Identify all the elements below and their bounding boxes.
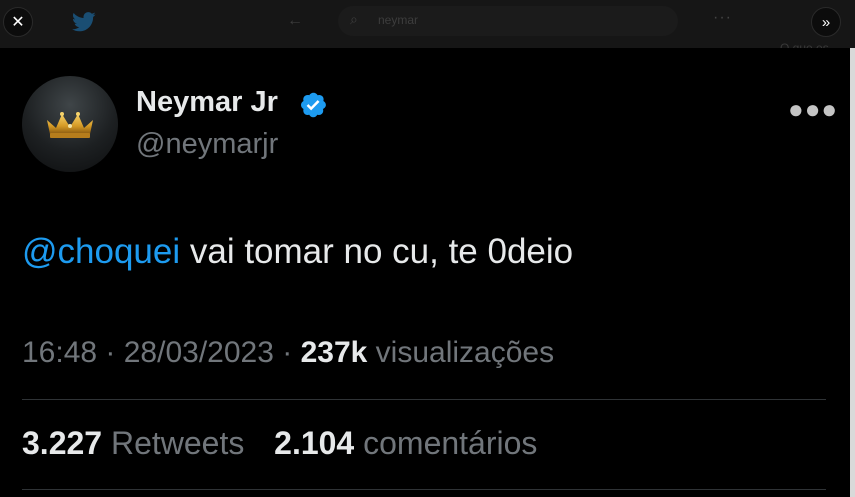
retweets-count[interactable]: 3.227 [22,425,102,461]
tweet-date[interactable]: 28/03/2023 [124,336,274,369]
search-query: neymar [378,13,419,27]
divider [22,489,826,490]
separator-dot: · [105,336,124,369]
display-name[interactable]: Neymar Jr [136,86,278,119]
divider [22,399,826,400]
comments-count[interactable]: 2.104 [274,425,354,461]
close-button[interactable]: ✕ [3,7,33,37]
avatar[interactable] [22,76,118,172]
close-icon: ✕ [11,14,25,31]
comments-label[interactable]: comentários [363,425,537,461]
search-input[interactable]: ⌕ neymar [338,6,678,36]
tweet-stats: 3.227 Retweets 2.104 comentários [22,425,537,462]
retweets-label[interactable]: Retweets [111,425,244,461]
more-icon[interactable]: ··· [713,9,732,27]
tweet-card: Neymar Jr @neymarjr ●●● @choquei vai tom… [0,48,850,497]
handle[interactable]: @neymarjr [136,128,278,161]
separator-dot: · [282,336,301,369]
tweet-time[interactable]: 16:48 [22,336,97,369]
more-options-icon[interactable]: ●●● [788,94,838,125]
expand-button[interactable]: » [811,7,841,37]
mention-link[interactable]: @choquei [22,232,180,271]
top-bar: ← ⌕ neymar ··· [0,0,855,48]
tweet-meta: 16:48 · 28/03/2023 · 237k visualizações [22,336,554,370]
search-icon: ⌕ [350,11,358,27]
scrollbar-edge [850,48,855,497]
tweet-body: vai tomar no cu, te 0deio [180,232,574,271]
back-arrow-icon[interactable]: ← [287,12,303,30]
verified-badge-icon [301,92,326,118]
views-label: visualizações [375,336,555,369]
twitter-bird-icon [72,12,96,32]
expand-icon: » [821,13,831,31]
views-count: 237k [300,336,368,369]
crown-icon [47,112,93,138]
tweet-text: @choquei vai tomar no cu, te 0deio [22,232,573,272]
